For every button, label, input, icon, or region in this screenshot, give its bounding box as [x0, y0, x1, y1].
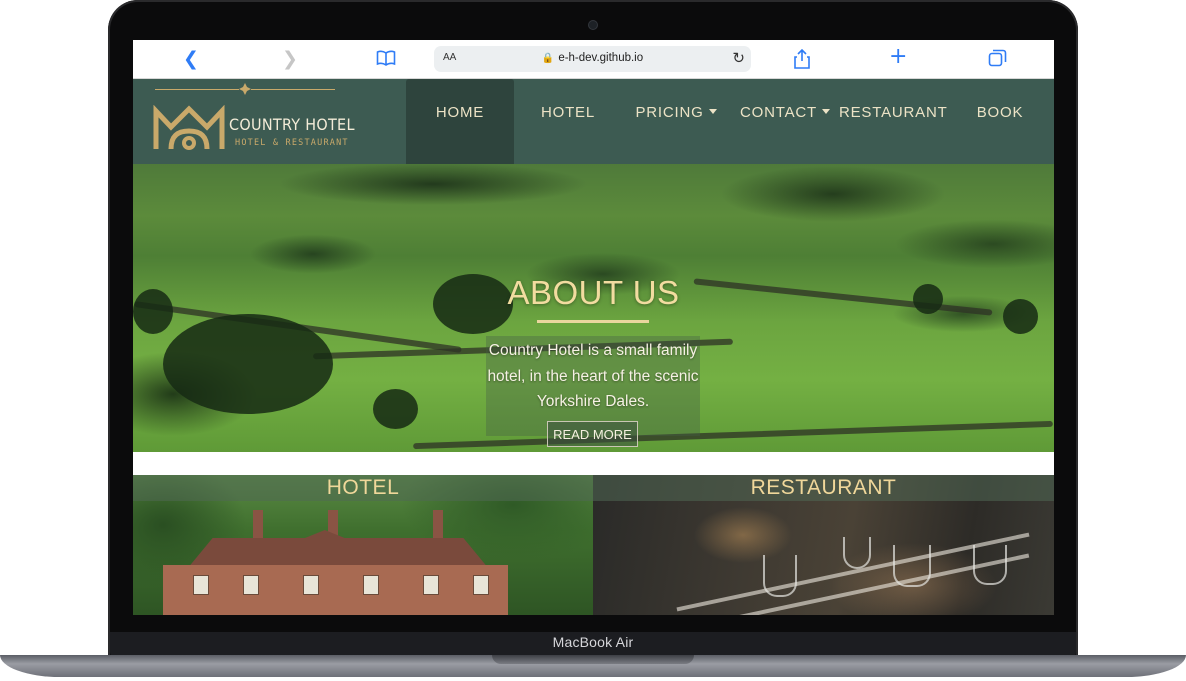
hero-description: Country Hotel is a small family hotel, i…: [487, 342, 699, 410]
logo-subtitle: HOTEL & RESTAURANT: [235, 138, 349, 148]
chimney: [433, 510, 443, 540]
book-icon[interactable]: [376, 49, 396, 71]
nav-hotel-label: HOTEL: [540, 104, 595, 121]
nav-pricing[interactable]: PRICING: [628, 79, 724, 164]
window: [303, 575, 319, 595]
site-logo[interactable]: COUNTRY HOTEL HOTEL & RESTAURANT: [151, 83, 354, 159]
window: [193, 575, 209, 595]
window: [363, 575, 379, 595]
hotel-building-roof: [186, 530, 490, 570]
tree: [163, 314, 333, 414]
browser-toolbar: ❮ ❯ AA 🔒 e-h-dev.github.io ↻ +: [133, 40, 1054, 79]
logo-ornament-line-right: [251, 89, 335, 90]
wine-glass: [763, 555, 797, 597]
device-model-label: MacBook Air: [552, 634, 634, 650]
plus-icon[interactable]: +: [889, 46, 907, 68]
chevron-left-icon[interactable]: ❮: [183, 49, 199, 69]
nav-hotel[interactable]: HOTEL: [529, 79, 607, 164]
nav-contact[interactable]: CONTACT: [735, 79, 835, 164]
wine-glass: [893, 545, 931, 587]
restaurant-card[interactable]: RESTAURANT: [593, 475, 1054, 615]
reload-icon[interactable]: ↻: [732, 49, 745, 67]
nav-restaurant-label: RESTAURANT: [839, 104, 948, 121]
wine-glass: [973, 545, 1007, 585]
hotel-card-title: HOTEL: [326, 476, 400, 499]
nav-home[interactable]: HOME: [406, 79, 514, 164]
caret-down-icon: [821, 109, 830, 115]
webcam: [589, 21, 597, 29]
screen: ❮ ❯ AA 🔒 e-h-dev.github.io ↻ + COUNTRY H…: [133, 40, 1054, 615]
logo-mark-icon: [153, 105, 225, 150]
chevron-right-icon[interactable]: ❯: [282, 49, 298, 69]
hotel-building: [163, 565, 508, 615]
hero-title: ABOUT US: [507, 274, 680, 311]
tree: [373, 389, 418, 429]
url-text: e-h-dev.github.io: [558, 52, 644, 64]
lock-icon: 🔒: [541, 53, 555, 64]
read-more-button[interactable]: READ MORE: [547, 421, 638, 447]
window: [473, 575, 489, 595]
laptop-notch: [492, 655, 694, 664]
url-field[interactable]: 🔒 e-h-dev.github.io: [434, 52, 751, 64]
hero-section: ABOUT US Country Hotel is a small family…: [133, 164, 1054, 452]
caret-down-icon: [708, 109, 717, 115]
nav-home-label: HOME: [435, 104, 485, 121]
site-navbar: COUNTRY HOTEL HOTEL & RESTAURANT HOME HO…: [133, 79, 1054, 164]
restaurant-card-title: RESTAURANT: [750, 476, 897, 499]
chimney: [253, 510, 263, 540]
section-gap: [133, 452, 1054, 475]
window: [243, 575, 259, 595]
logo-title: COUNTRY HOTEL: [229, 115, 355, 134]
nav-book[interactable]: BOOK: [969, 79, 1031, 164]
hero-divider: [537, 320, 649, 323]
logo-ornament-icon: [239, 83, 251, 95]
logo-ornament-line-left: [155, 89, 239, 90]
hotel-card[interactable]: HOTEL: [133, 475, 593, 615]
wine-glass: [843, 537, 871, 569]
nav-book-label: BOOK: [976, 104, 1024, 121]
window: [423, 575, 439, 595]
address-bar[interactable]: AA 🔒 e-h-dev.github.io ↻: [434, 46, 751, 72]
nav-contact-label: CONTACT: [740, 104, 817, 121]
nav-restaurant[interactable]: RESTAURANT: [839, 79, 948, 164]
nav-pricing-label: PRICING: [635, 104, 704, 121]
tabs-icon[interactable]: [988, 49, 1007, 72]
share-icon[interactable]: [793, 48, 811, 73]
